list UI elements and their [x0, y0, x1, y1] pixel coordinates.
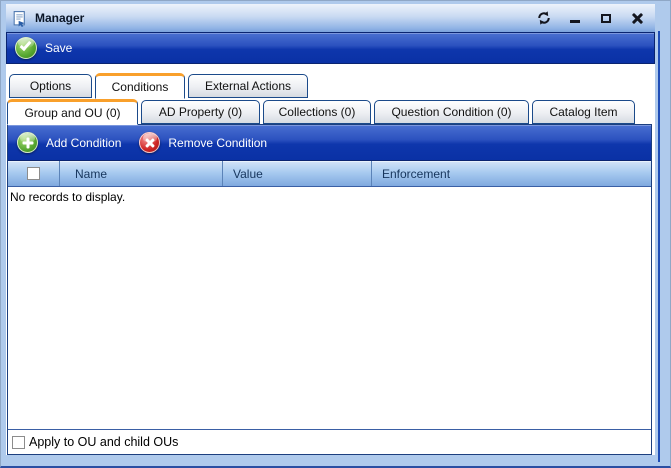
- check-circle-icon: [15, 37, 37, 59]
- subtab-group-and-ou-label: Group and OU (0): [24, 106, 120, 120]
- tab-conditions-label: Conditions: [112, 80, 169, 94]
- panel-footer: Apply to OU and child OUs: [8, 429, 651, 454]
- window-controls: [533, 9, 647, 27]
- refresh-icon[interactable]: [533, 9, 554, 27]
- tab-conditions[interactable]: Conditions: [95, 73, 185, 99]
- close-icon[interactable]: [626, 9, 647, 27]
- grid-header-value[interactable]: Value: [223, 161, 372, 186]
- subtab-ad-property-label: AD Property (0): [159, 105, 242, 119]
- remove-condition-label: Remove Condition: [168, 136, 267, 150]
- titlebar[interactable]: Manager: [6, 4, 655, 32]
- conditions-toolbar: Add Condition Remove Condition: [8, 125, 651, 161]
- grid-header-name[interactable]: Name: [60, 161, 223, 186]
- add-condition-label: Add Condition: [46, 136, 121, 150]
- grid-empty-message: No records to display.: [10, 190, 125, 204]
- subtab-collections[interactable]: Collections (0): [263, 100, 371, 124]
- window-body: Save Options Conditions External Actions…: [6, 32, 655, 455]
- grid-header-value-label: Value: [233, 167, 263, 181]
- tab-external-actions-label: External Actions: [205, 79, 291, 93]
- subtab-ad-property[interactable]: AD Property (0): [141, 100, 260, 124]
- save-button-label: Save: [45, 41, 72, 55]
- subtab-question-condition-label: Question Condition (0): [391, 105, 511, 119]
- manager-window: Manager Save: [0, 0, 671, 468]
- group-and-ou-panel: Add Condition Remove Condition Name Valu…: [7, 124, 652, 455]
- subtab-group-and-ou[interactable]: Group and OU (0): [7, 99, 138, 125]
- save-toolbar: Save: [6, 32, 655, 64]
- tab-external-actions[interactable]: External Actions: [188, 74, 308, 98]
- form-icon: [11, 10, 28, 27]
- tab-options[interactable]: Options: [9, 74, 92, 98]
- subtab-collections-label: Collections (0): [279, 105, 356, 119]
- minimize-icon[interactable]: [564, 9, 585, 27]
- apply-to-ou-checkbox[interactable]: [12, 436, 25, 449]
- grid-header-name-label: Name: [75, 167, 107, 181]
- conditions-sub-tabstrip: Group and OU (0) AD Property (0) Collect…: [6, 98, 655, 124]
- grid-body: No records to display.: [8, 187, 651, 429]
- grid-header-select-all-cell[interactable]: [8, 161, 60, 186]
- plus-circle-icon: [17, 132, 38, 153]
- window-title: Manager: [35, 11, 84, 25]
- tab-options-label: Options: [30, 79, 71, 93]
- subtab-catalog-item[interactable]: Catalog Item: [532, 100, 635, 124]
- grid-header-enforcement[interactable]: Enforcement: [372, 161, 651, 186]
- subtab-catalog-item-label: Catalog Item: [549, 105, 617, 119]
- grid-header-enforcement-label: Enforcement: [382, 167, 450, 181]
- x-circle-icon: [139, 132, 160, 153]
- maximize-icon[interactable]: [595, 9, 616, 27]
- save-button[interactable]: Save: [15, 37, 72, 59]
- remove-condition-button[interactable]: Remove Condition: [139, 132, 267, 153]
- main-tabstrip: Options Conditions External Actions: [6, 72, 655, 98]
- select-all-checkbox[interactable]: [27, 167, 40, 180]
- grid-header: Name Value Enforcement: [8, 161, 651, 187]
- add-condition-button[interactable]: Add Condition: [17, 132, 121, 153]
- apply-to-ou-label: Apply to OU and child OUs: [29, 435, 178, 449]
- subtab-question-condition[interactable]: Question Condition (0): [374, 100, 529, 124]
